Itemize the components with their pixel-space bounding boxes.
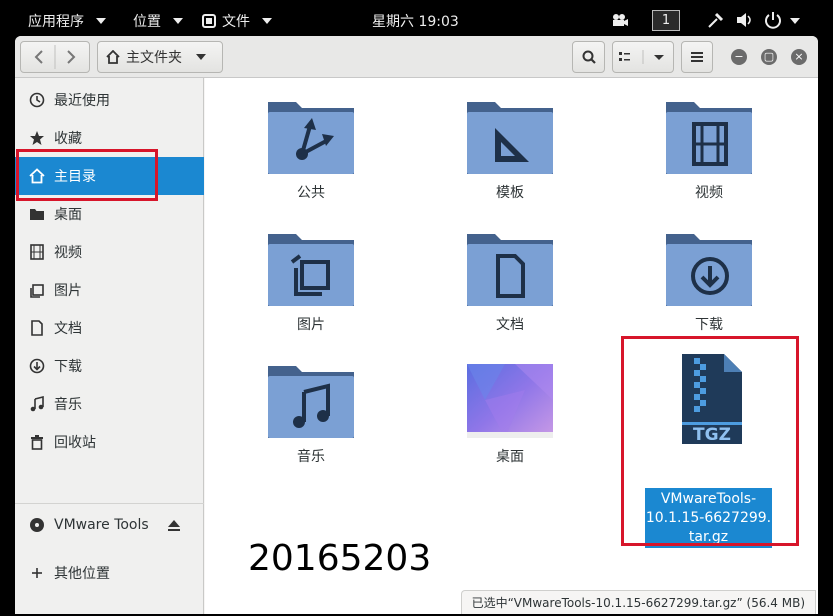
chevron-down-icon — [196, 54, 206, 60]
file-label: 图片 — [297, 317, 325, 333]
music-icon — [30, 396, 44, 412]
files-menu-label: 文件 — [222, 14, 250, 30]
list-view-icon — [619, 50, 664, 64]
sidebar-item-label: 音乐 — [54, 397, 82, 413]
nav-arrows — [34, 45, 76, 69]
top-bar: 应用程序 位置 文件 星期六 19:03 1 — [0, 0, 833, 40]
plus-icon — [32, 568, 42, 578]
picture-icon — [30, 284, 44, 298]
sidebar-item-pictures[interactable]: 图片 — [15, 271, 204, 309]
forward-icon — [67, 50, 76, 64]
places-menu[interactable]: 位置 — [133, 11, 183, 31]
apps-menu[interactable]: 应用程序 — [28, 11, 106, 31]
video-folder-icon — [666, 102, 752, 174]
sidebar-item-trash[interactable]: 回收站 — [15, 423, 204, 461]
hamburger-icon — [691, 52, 703, 62]
annotation-box-tgz — [621, 336, 799, 546]
folder-public[interactable]: 公共 — [251, 96, 371, 202]
sidebar-item-label: 下载 — [54, 359, 82, 375]
search-button[interactable] — [572, 41, 605, 73]
camera-icon[interactable] — [612, 13, 628, 27]
sidebar-item-downloads[interactable]: 下载 — [15, 347, 204, 385]
back-icon — [34, 50, 43, 64]
apps-menu-label: 应用程序 — [28, 14, 84, 30]
overlay-number: 20165203 — [248, 538, 432, 579]
document-icon — [31, 320, 43, 336]
sidebar-item-recent[interactable]: 最近使用 — [15, 81, 204, 119]
trash-icon — [31, 435, 43, 450]
sidebar-item-videos[interactable]: 视频 — [15, 233, 204, 271]
star-icon — [30, 131, 44, 145]
desktop-folder-icon — [467, 364, 553, 438]
sidebar-item-label: 其他位置 — [54, 566, 110, 582]
music-folder-icon — [268, 366, 354, 438]
folder-videos[interactable]: 视频 — [649, 96, 769, 202]
folder-templates[interactable]: 模板 — [450, 96, 570, 202]
sidebar-item-vmware-tools[interactable]: VMware Tools — [15, 506, 204, 544]
places-menu-label: 位置 — [133, 14, 161, 30]
header-bar: 主文件夹 − ▢ × — [15, 36, 818, 78]
sidebar-item-label: 文档 — [54, 321, 82, 337]
file-desktop[interactable]: 桌面 — [450, 360, 570, 466]
sidebar-item-label: 收藏 — [54, 131, 82, 147]
file-label: 音乐 — [297, 449, 325, 465]
sidebar-item-documents[interactable]: 文档 — [15, 309, 204, 347]
documents-folder-icon — [467, 234, 553, 306]
folder-icon — [30, 209, 44, 220]
accessibility-icon[interactable] — [707, 11, 725, 29]
folder-music[interactable]: 音乐 — [251, 360, 371, 466]
sidebar-item-label: VMware Tools — [54, 517, 149, 533]
sidebar-item-music[interactable]: 音乐 — [15, 385, 204, 423]
clock-icon — [29, 92, 45, 108]
location-label: 主文件夹 — [126, 50, 182, 66]
power-icon[interactable] — [764, 11, 782, 29]
file-label: 视频 — [695, 185, 723, 201]
system-menu-chevron-icon[interactable] — [790, 18, 800, 24]
folder-downloads[interactable]: 下载 — [649, 228, 769, 334]
chevron-down-icon — [262, 18, 272, 24]
close-button[interactable]: × — [791, 49, 807, 65]
search-icon — [582, 50, 596, 64]
sidebar-item-label: 最近使用 — [54, 93, 110, 109]
file-label: 桌面 — [496, 449, 524, 465]
annotation-box-home — [16, 149, 158, 201]
pictures-folder-icon — [268, 234, 354, 306]
files-menu[interactable]: 文件 — [202, 11, 272, 31]
home-icon — [106, 50, 120, 64]
sidebar-item-label: 回收站 — [54, 435, 96, 451]
disc-icon — [30, 518, 44, 532]
minimize-button[interactable]: − — [731, 49, 747, 65]
folder-pictures[interactable]: 图片 — [251, 228, 371, 334]
status-bar: 已选中“VMwareTools-10.1.15-6627299.tar.gz” … — [460, 590, 816, 614]
share-folder-icon — [268, 102, 354, 174]
chevron-down-icon — [173, 18, 183, 24]
template-folder-icon — [467, 102, 553, 174]
volume-icon[interactable] — [736, 12, 754, 28]
sidebar-item-label: 图片 — [54, 283, 82, 299]
folder-documents[interactable]: 文档 — [450, 228, 570, 334]
file-label: 文档 — [496, 317, 524, 333]
view-options-button[interactable] — [612, 41, 674, 73]
file-label: 公共 — [297, 185, 325, 201]
sidebar-item-label: 桌面 — [54, 207, 82, 223]
clock[interactable]: 星期六 19:03 — [372, 11, 459, 31]
location-button[interactable]: 主文件夹 — [97, 41, 223, 73]
files-app-icon — [202, 14, 216, 28]
downloads-folder-icon — [666, 234, 752, 306]
nav-buttons — [20, 41, 90, 73]
download-icon — [29, 358, 45, 374]
sidebar-item-other-locations[interactable]: 其他位置 — [15, 554, 204, 592]
eject-icon[interactable] — [167, 518, 181, 532]
maximize-button[interactable]: ▢ — [761, 49, 777, 65]
sidebar-item-label: 视频 — [54, 245, 82, 261]
chevron-down-icon — [96, 18, 106, 24]
file-label: 下载 — [695, 317, 723, 333]
workspace-indicator[interactable]: 1 — [652, 10, 680, 31]
menu-button[interactable] — [681, 41, 713, 73]
file-label: 模板 — [496, 185, 524, 201]
film-icon — [30, 244, 44, 260]
sidebar-separator — [15, 503, 204, 504]
